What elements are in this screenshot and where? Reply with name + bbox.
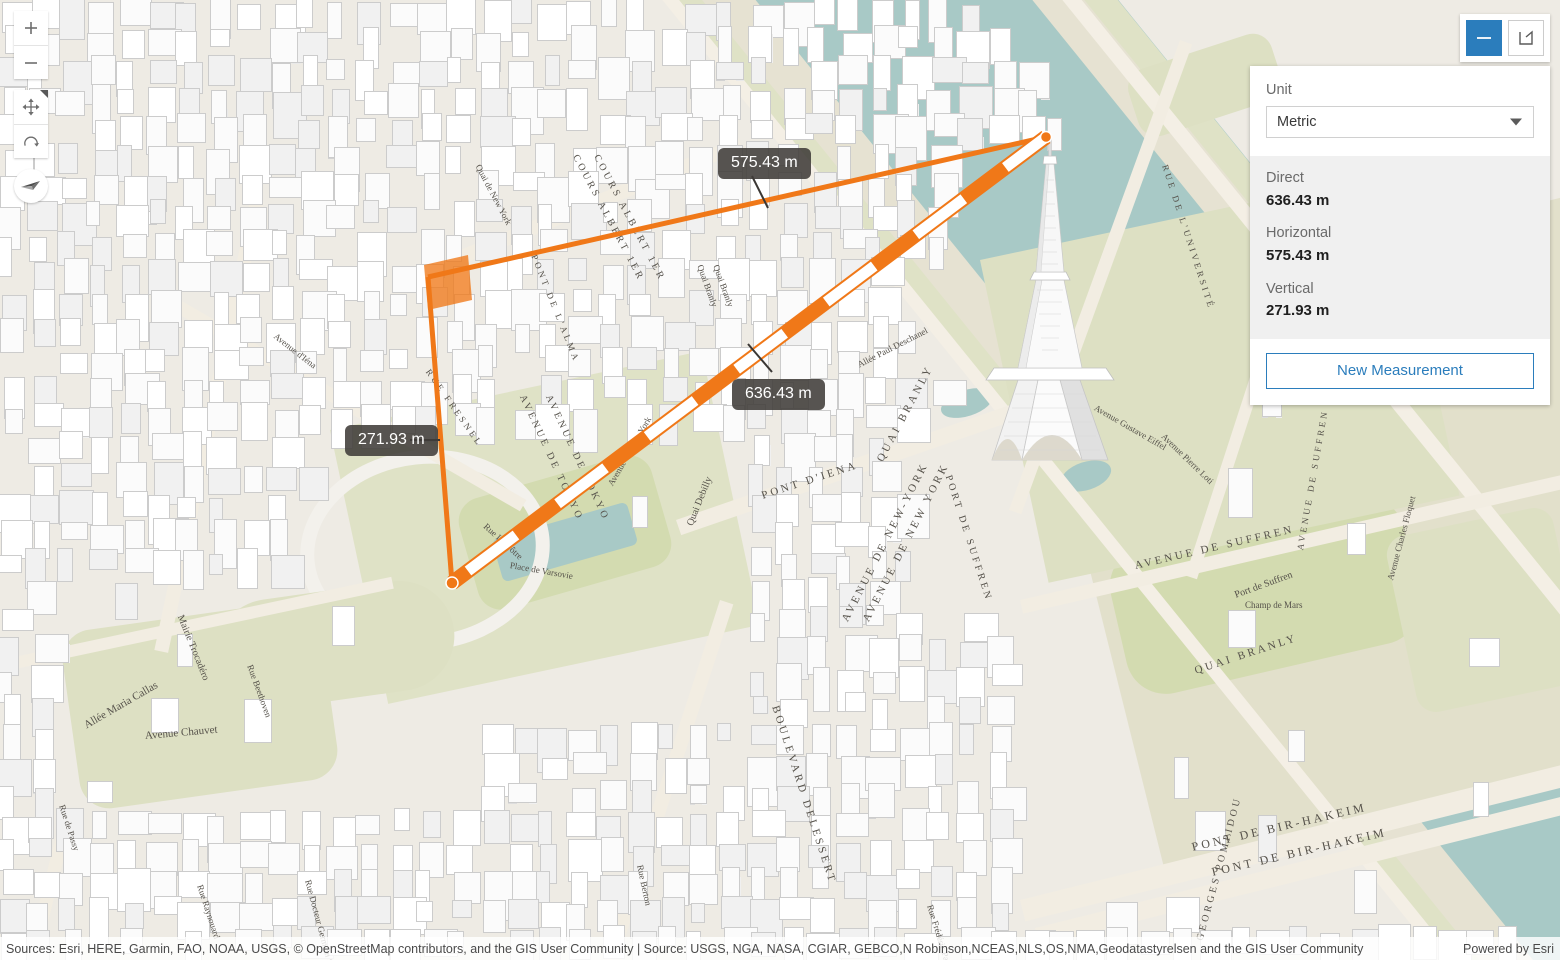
map-navigation-toolbar (14, 11, 48, 203)
plus-icon (25, 22, 37, 34)
measure-label-vertical: 271.93 m (345, 425, 438, 456)
measurement-mode-toggle (1460, 14, 1550, 62)
zoom-out-button[interactable] (14, 45, 48, 79)
measure-vertex-start (445, 576, 459, 590)
compass-needle-icon (21, 181, 40, 190)
unit-select[interactable]: Metric (1266, 106, 1534, 138)
chevron-down-icon[interactable] (1510, 118, 1522, 126)
measurement-results: Direct 636.43 m Horizontal 575.43 m Vertical… (1250, 156, 1550, 339)
right-angle-marker (424, 255, 472, 310)
result-row: Horizontal 575.43 m (1266, 223, 1534, 267)
area-measurement-button[interactable] (1508, 20, 1544, 56)
panel-action-section: New Measurement (1250, 338, 1550, 405)
rotate-icon (24, 136, 39, 147)
powered-by-esri: Powered by Esri (1462, 941, 1554, 956)
compass-button[interactable] (14, 169, 48, 203)
measure-label-horizontal: 575.43 m (718, 148, 811, 179)
attribution-bar: Sources: Esri, HERE, Garmin, FAO, NOAA, … (0, 937, 1560, 960)
measure-vertex-end (1039, 130, 1053, 144)
result-key: Horizontal (1266, 225, 1332, 242)
navigation-mode-group (14, 90, 48, 158)
result-row: Vertical 271.93 m (1266, 279, 1534, 323)
unit-selected-value: Metric (1277, 114, 1317, 130)
minus-icon (25, 61, 37, 64)
measurement-panel: Unit Metric Direct 636.43 m Horizontal 575.… (1250, 66, 1550, 405)
measure-label-direct: 636.43 m (732, 379, 825, 410)
zoom-in-button[interactable] (14, 11, 48, 45)
map-application: PONT D'IENA QUAI BRANLY PORT DE SUFFREN AVE… (0, 0, 1560, 960)
direct-line-measurement-button[interactable] (1466, 20, 1502, 56)
pan-arrows-icon (22, 98, 40, 116)
result-value: 575.43 m (1266, 247, 1330, 264)
result-row: Direct 636.43 m (1266, 168, 1534, 212)
result-value: 271.93 m (1266, 302, 1330, 320)
result-value: 636.43 m (1266, 191, 1330, 209)
unit-section: Unit Metric (1250, 66, 1550, 156)
new-measurement-button[interactable]: New Measurement (1266, 352, 1534, 389)
pan-tool-button[interactable] (14, 90, 48, 124)
rotate-tool-button[interactable] (14, 124, 48, 158)
zoom-control-group (14, 11, 48, 79)
area-measure-icon (1519, 30, 1533, 45)
unit-label: Unit (1266, 82, 1292, 98)
line-measure-icon (1477, 37, 1491, 39)
menu-corner-indicator-icon[interactable] (40, 90, 48, 98)
result-key: Direct (1266, 170, 1304, 186)
attribution-sources: Sources: Esri, HERE, Garmin, FAO, NOAA, … (6, 941, 1364, 956)
result-key: Vertical (1266, 280, 1314, 297)
